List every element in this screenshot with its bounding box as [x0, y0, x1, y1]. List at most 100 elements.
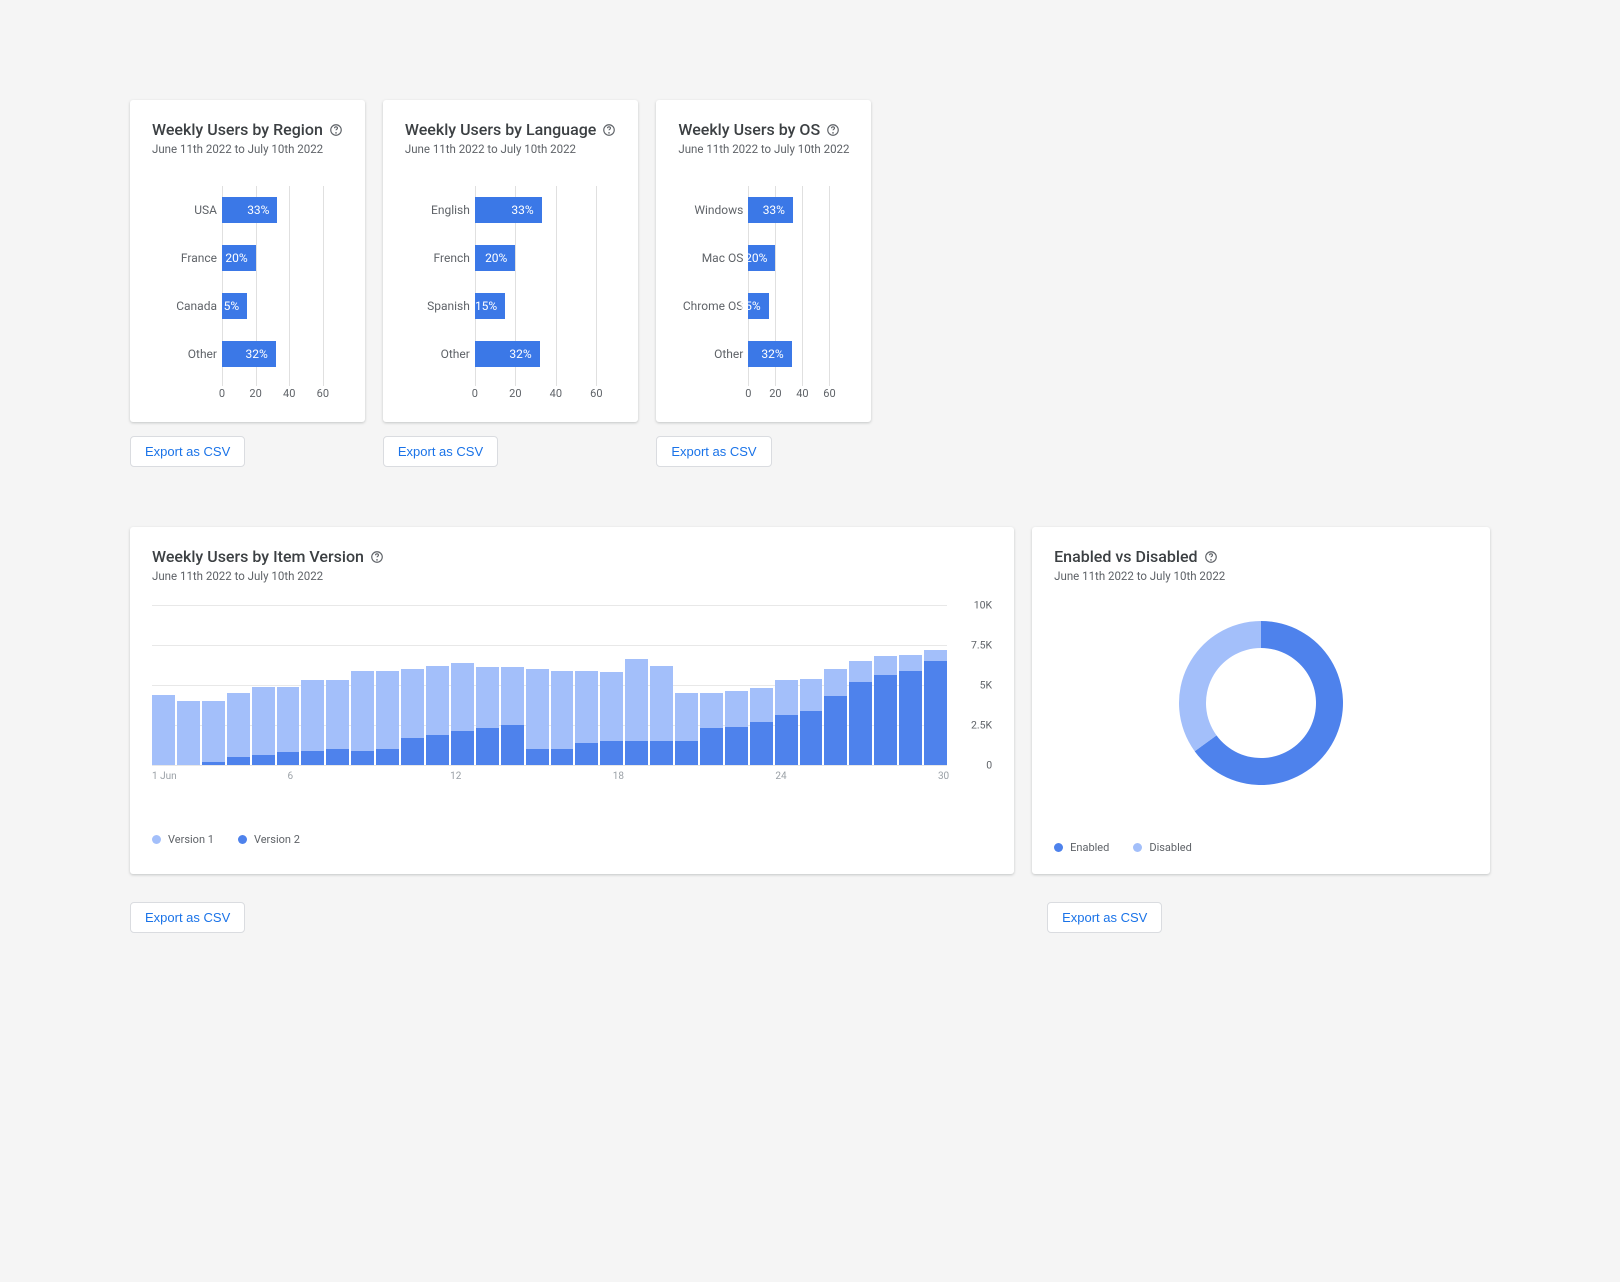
bar: 20%: [475, 245, 515, 271]
bar-label: France: [152, 251, 217, 265]
bar-label: Canada: [152, 299, 217, 313]
stacked-bar: [501, 605, 524, 765]
stacked-bar: [202, 605, 225, 765]
axis-tick: 24: [775, 771, 786, 782]
bar: 15%: [475, 293, 505, 319]
card-os: Weekly Users by OS June 11th 2022 to Jul…: [656, 100, 871, 467]
legend-label: Version 1: [168, 833, 214, 846]
help-icon[interactable]: [602, 123, 616, 137]
legend-item: Enabled: [1054, 841, 1109, 854]
top-row: Weekly Users by Region June 11th 2022 to…: [130, 100, 1490, 467]
bar: 15%: [748, 293, 768, 319]
stacked-bar: [874, 605, 897, 765]
stacked-bar: [924, 605, 947, 765]
hbar-chart-language: 0204060English33%French20%Spanish15%Othe…: [405, 186, 616, 378]
title-text: Weekly Users by OS: [678, 120, 820, 139]
axis-tick: 12: [450, 771, 461, 782]
stacked-bar: [426, 605, 449, 765]
bar: 33%: [475, 197, 542, 223]
bar: 32%: [748, 341, 791, 367]
axis-tick: 10K: [974, 599, 992, 612]
axis-tick: 5K: [980, 679, 993, 692]
card-title: Enabled vs Disabled: [1054, 547, 1468, 566]
stacked-bar: [252, 605, 275, 765]
axis-tick: 40: [550, 387, 562, 400]
bottom-row: Weekly Users by Item Version June 11th 2…: [130, 527, 1490, 874]
help-icon[interactable]: [329, 123, 343, 137]
stacked-bar: [476, 605, 499, 765]
axis-tick: 60: [317, 387, 329, 400]
title-text: Weekly Users by Language: [405, 120, 596, 139]
axis-tick: 20: [249, 387, 261, 400]
axis-tick: 18: [613, 771, 624, 782]
help-icon[interactable]: [370, 550, 384, 564]
stacked-bar: [551, 605, 574, 765]
axis-tick: 30: [938, 771, 949, 782]
bar: 32%: [222, 341, 276, 367]
bar-label: Spanish: [405, 299, 470, 313]
axis-tick: 60: [823, 387, 835, 400]
stacked-chart-version: 02.5K5K7.5K10K: [152, 605, 992, 765]
title-text: Enabled vs Disabled: [1054, 547, 1197, 566]
stacked-bar: [800, 605, 823, 765]
stacked-bar: [526, 605, 549, 765]
title-text: Weekly Users by Region: [152, 120, 323, 139]
legend-label: Disabled: [1149, 841, 1191, 854]
export-csv-button[interactable]: Export as CSV: [1047, 902, 1162, 933]
card-title: Weekly Users by Region: [152, 120, 343, 139]
bar: 20%: [222, 245, 256, 271]
hbar-chart-os: 0204060Windows33%Mac OS20%Chrome OS15%Ot…: [678, 186, 849, 378]
axis-tick: 0: [472, 387, 478, 400]
export-wrap: Export as CSV: [130, 888, 1029, 933]
donut-chart: [1054, 613, 1468, 793]
bar: 33%: [222, 197, 277, 223]
axis-tick: 40: [796, 387, 808, 400]
card-subtitle: June 11th 2022 to July 10th 2022: [152, 142, 343, 156]
card-subtitle: June 11th 2022 to July 10th 2022: [678, 142, 849, 156]
axis-tick: 2.5K: [971, 719, 992, 732]
card-language-inner: Weekly Users by Language June 11th 2022 …: [383, 100, 638, 422]
axis-tick: 0: [219, 387, 225, 400]
bar-label: Other: [152, 347, 217, 361]
stacked-bar: [650, 605, 673, 765]
stacked-bar: [152, 605, 175, 765]
legend-item: Disabled: [1133, 841, 1191, 854]
hbar-chart-region: 0204060USA33%France20%Canada15%Other32%: [152, 186, 343, 378]
export-wrap: Export as CSV: [1047, 888, 1490, 933]
axis-tick: 1 Jun: [152, 771, 177, 782]
stacked-bar: [899, 605, 922, 765]
axis-tick: 0: [745, 387, 751, 400]
bar-label: English: [405, 203, 470, 217]
export-row-2: Export as CSV Export as CSV: [130, 888, 1490, 933]
stacked-xlabels: 1 Jun612182430: [152, 771, 992, 785]
card-region: Weekly Users by Region June 11th 2022 to…: [130, 100, 365, 467]
stacked-bar: [326, 605, 349, 765]
stacked-bar: [575, 605, 598, 765]
legend-label: Version 2: [254, 833, 300, 846]
export-csv-button[interactable]: Export as CSV: [656, 436, 771, 467]
legend-dot-icon: [152, 835, 161, 844]
bar: 33%: [748, 197, 793, 223]
help-icon[interactable]: [826, 123, 840, 137]
export-csv-button[interactable]: Export as CSV: [130, 902, 245, 933]
card-region-inner: Weekly Users by Region June 11th 2022 to…: [130, 100, 365, 422]
stacked-bar: [277, 605, 300, 765]
export-csv-button[interactable]: Export as CSV: [383, 436, 498, 467]
stacked-bar: [700, 605, 723, 765]
stacked-bar: [451, 605, 474, 765]
stacked-bar: [401, 605, 424, 765]
axis-tick: 60: [590, 387, 602, 400]
axis-tick: 40: [283, 387, 295, 400]
card-subtitle: June 11th 2022 to July 10th 2022: [152, 569, 992, 583]
bar: 20%: [748, 245, 775, 271]
axis-tick: 7.5K: [971, 639, 992, 652]
legend-item: Version 2: [238, 833, 300, 846]
stacked-bar: [849, 605, 872, 765]
export-csv-button[interactable]: Export as CSV: [130, 436, 245, 467]
help-icon[interactable]: [1204, 550, 1218, 564]
card-title: Weekly Users by OS: [678, 120, 849, 139]
bar-label: French: [405, 251, 470, 265]
legend-version: Version 1 Version 2: [152, 833, 992, 846]
title-text: Weekly Users by Item Version: [152, 547, 364, 566]
bar-label: Other: [405, 347, 470, 361]
